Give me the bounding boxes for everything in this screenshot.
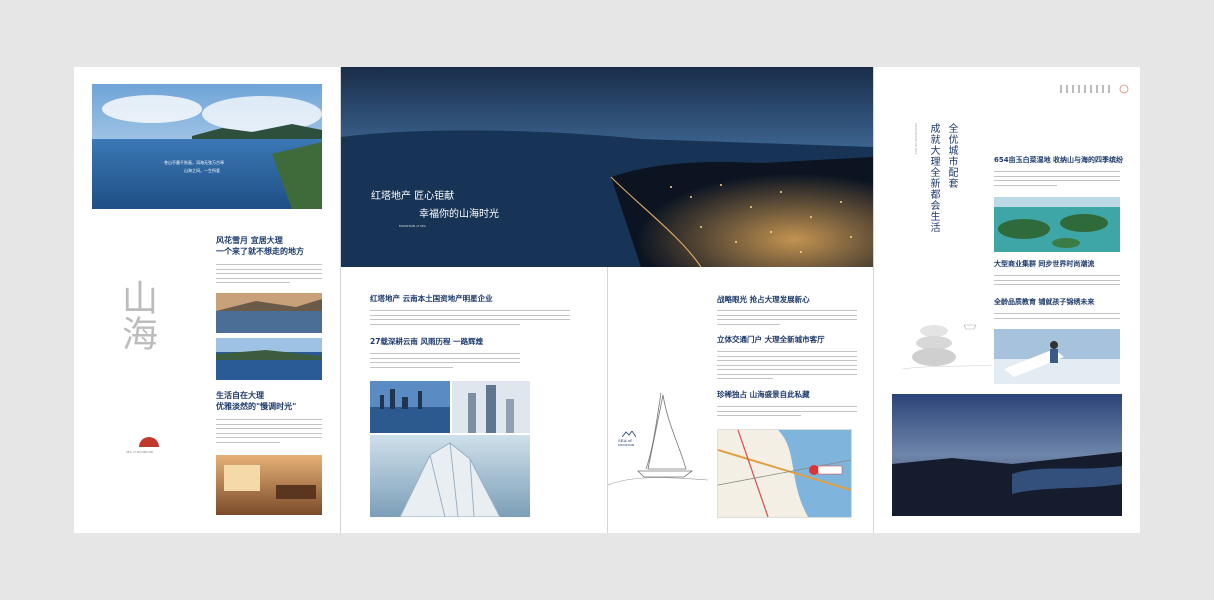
logo-text-2: MOUNTAIN [618, 443, 635, 447]
interior-sunset-photo [216, 455, 322, 515]
sea-mountain-logo-icon [622, 431, 636, 437]
calendar-icon [1060, 83, 1130, 97]
heading-never-leave: 一个来了就不想走的地方 [216, 247, 304, 256]
heading-education: 全龄品质教育 铺就孩子锦绣未来 [994, 298, 1095, 306]
hero-caption-2: 山海之间，一生所爱 [184, 168, 220, 173]
heading-hongta: 红塔地产 云南本土国资地产明星企业 [370, 294, 493, 303]
seal-sun-icon [135, 433, 163, 449]
brochure-panel-4: 全优城市配套 成就大理全新都会生活 MOUNTAIN OF SEA 654亩玉白… [874, 67, 1140, 533]
heading-mountain-sea: 珍稀独占 山海盛景自此私藏 [717, 390, 810, 399]
skyline-photo [370, 381, 450, 433]
body-text-9 [994, 272, 1120, 289]
vertical-title-1: 全优城市配套 [946, 123, 957, 189]
tower-photo [452, 381, 530, 433]
heading-slow-time: 优雅淡然的"慢调时光" [216, 402, 297, 411]
body-text-2 [216, 416, 322, 446]
hero-slogan-1-overlay: 红塔地产 匠心钜献 [371, 191, 455, 202]
heading-commerce: 大型商业集群 同步世界时尚潮流 [994, 260, 1095, 268]
body-text-6 [717, 348, 857, 383]
seal-caption: SEA of MOUNTAIN [126, 450, 153, 454]
lakeside-photo [216, 293, 322, 333]
child-flying-photo [994, 329, 1120, 384]
heading-27-years: 27载深耕云南 风雨历程 一路辉煌 [370, 337, 484, 346]
vertical-small-text: MOUNTAIN OF SEA [914, 123, 918, 155]
bay-photo [216, 338, 322, 380]
stone-stack-illustration [902, 317, 992, 377]
hero-slogan-2-overlay: 幸福你的山海时光 [419, 209, 499, 220]
body-text-3 [370, 307, 570, 328]
calligraphy-mark: 山海 [116, 279, 157, 351]
body-text-5 [717, 307, 857, 328]
location-map [717, 429, 852, 518]
body-text-10 [994, 310, 1120, 322]
city-coast-night-photo [892, 394, 1122, 516]
island-photo [994, 197, 1120, 252]
heading-transport: 立体交通门户 大理全新城市客厅 [717, 335, 825, 344]
lake-hero-photo [92, 84, 322, 209]
hero-photo-canvas [341, 67, 873, 267]
body-text-4 [370, 350, 520, 371]
body-text-8 [994, 168, 1120, 189]
heading-wetland: 654亩玉白菜湿地 收纳山与海的四季缤纷 [994, 156, 1124, 164]
body-text-7 [717, 403, 857, 420]
vertical-title-2: 成就大理全新都会生活 [928, 123, 939, 233]
heading-strategic-vision: 战略眼光 抢占大理发展新心 [717, 295, 810, 304]
heading-free-life: 生活自在大理 [216, 391, 264, 400]
heading-livable-dali: 风花雪月 宜居大理 [216, 236, 283, 245]
brochure-panel-1: 苍山不墨千秋画，洱海无弦万古琴 山海之间，一生所爱 风花雪月 宜居大理 一个来了… [74, 67, 340, 533]
architecture-render-photo [370, 435, 530, 517]
body-text-1 [216, 261, 322, 287]
hero-caption-1: 苍山不墨千秋画，洱海无弦万古琴 [164, 160, 224, 165]
hero-logo-overlay: MOUNTAIN of SEA [399, 224, 426, 228]
